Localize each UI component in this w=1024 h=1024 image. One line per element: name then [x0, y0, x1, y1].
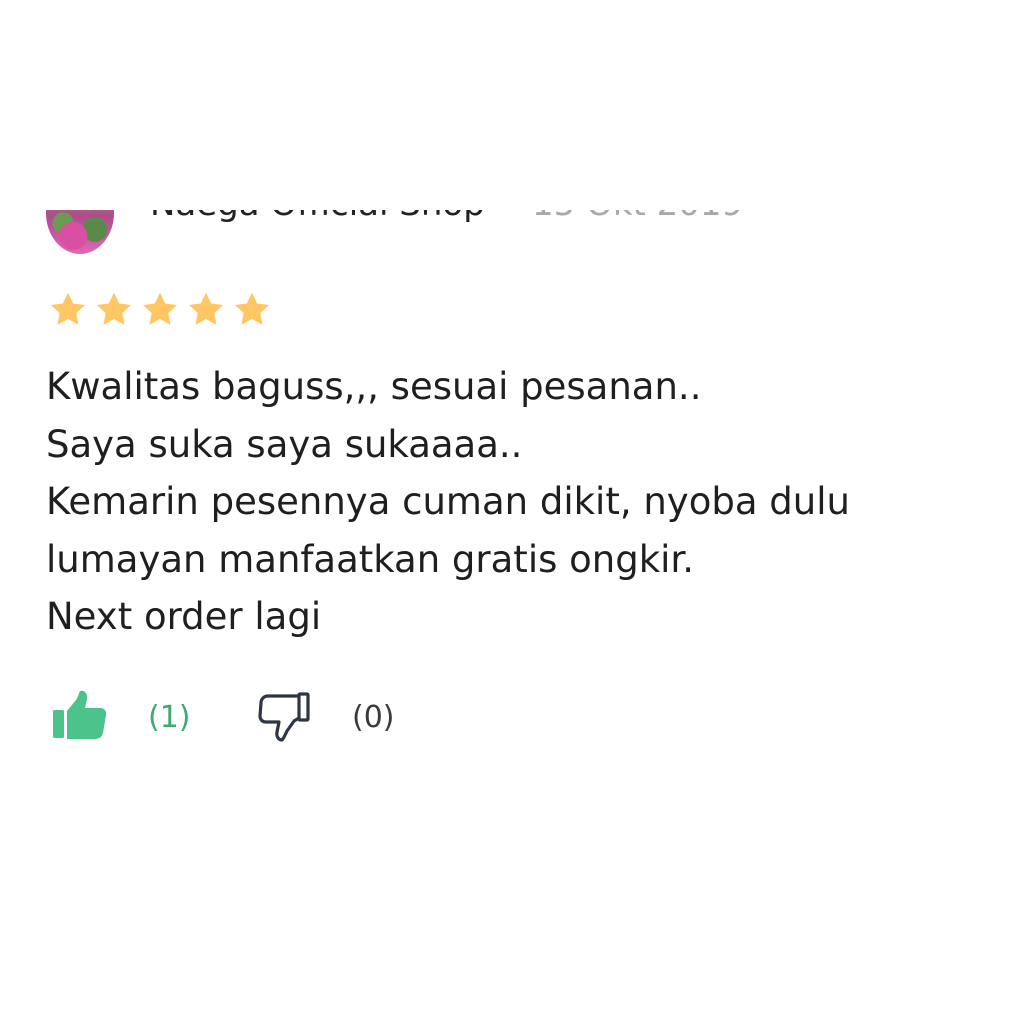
review-text-line: Saya suka saya sukaaaa..: [46, 422, 523, 466]
like-count: (1): [148, 700, 191, 735]
shop-name[interactable]: Naega Official Shop: [150, 210, 485, 224]
review-text: Kwalitas baguss,,, sesuai pesanan.. Saya…: [46, 358, 976, 646]
review-text-line: Kwalitas baguss,,, sesuai pesanan..: [46, 365, 702, 408]
review-page: Naega Official Shop • 15 Okt 2019 Kwalit…: [0, 0, 1024, 1024]
thumbs-down-icon[interactable]: [256, 688, 316, 744]
star-rating: [48, 290, 272, 330]
review-date: 15 Okt 2019: [532, 210, 743, 224]
star-icon: [189, 292, 223, 325]
star-icon: [143, 292, 177, 325]
thumbs-up-icon[interactable]: [50, 688, 110, 744]
dislike-count: (0): [352, 700, 395, 735]
review-text-line: lumayan manfaatkan gratis ongkir.: [46, 537, 694, 581]
review-actions: (1) (0): [50, 688, 450, 748]
star-icon: [235, 292, 269, 325]
review-header: Naega Official Shop • 15 Okt 2019: [0, 210, 1024, 270]
reviewer-avatar[interactable]: [46, 210, 114, 254]
star-icon: [51, 292, 85, 325]
review-text-line: Kemarin pesennya cuman dikit, nyoba dulu: [46, 480, 850, 523]
star-icon: [97, 292, 131, 325]
header-separator: •: [494, 210, 514, 224]
review-text-line: Next order lagi: [46, 595, 322, 638]
